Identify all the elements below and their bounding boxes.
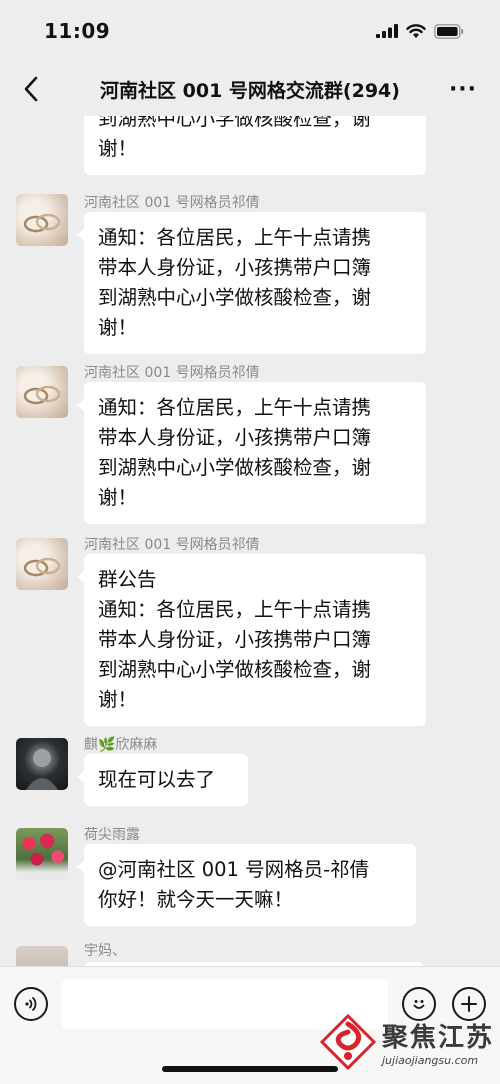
watermark: 聚焦江苏 jujiaojiangsu.com bbox=[318, 1000, 500, 1084]
message-line: 到湖熟中心小学做核酸检查，谢 bbox=[98, 658, 372, 681]
chat-message-list[interactable]: 到湖熟中心小学做核酸检查，谢 谢！ 河南社区 001 号网格员祁倩 通知：各位居… bbox=[0, 116, 500, 966]
message-line: 谢！ bbox=[98, 486, 138, 509]
message-bubble[interactable]: 现在可以去了 bbox=[77, 754, 248, 806]
status-bar: 11:09 bbox=[0, 0, 500, 62]
chevron-left-icon bbox=[24, 76, 38, 102]
watermark-title: 聚焦江苏 bbox=[382, 1023, 495, 1053]
chat-header: 河南社区 001 号网格交流群(294) ··· bbox=[0, 62, 500, 116]
message-line: 通知：各位居民，上午十点请携 bbox=[98, 396, 372, 419]
watermark-logo-icon bbox=[318, 1012, 378, 1072]
sender-name: 宇妈、 bbox=[84, 943, 126, 959]
wifi-icon bbox=[406, 23, 426, 38]
message-line: @河南社区 001 号网格员-祁倩 bbox=[98, 858, 370, 881]
back-button[interactable] bbox=[16, 72, 46, 106]
rings-avatar-icon bbox=[23, 213, 61, 233]
person-avatar-icon bbox=[26, 749, 58, 790]
message-line: 通知：各位居民，上午十点请携 bbox=[98, 226, 372, 249]
rings-avatar-icon bbox=[23, 557, 61, 577]
sender-avatar[interactable] bbox=[16, 194, 68, 246]
message-line: 谢！ bbox=[98, 316, 138, 339]
message-line: 通知：各位居民，上午十点请携 bbox=[98, 598, 372, 621]
message-line: 到湖熟中心小学做核酸检查，谢 bbox=[98, 286, 372, 309]
status-icons bbox=[376, 23, 464, 39]
sender-name: 荷尖雨露 bbox=[84, 827, 140, 843]
message-line: 带本人身份证，小孩携带户口簿 bbox=[98, 426, 372, 449]
sender-name: 河南社区 001 号网格员祁倩 bbox=[84, 365, 260, 381]
rings-avatar-icon bbox=[23, 385, 61, 405]
group-title: 河南社区 001 号网格交流群(294) bbox=[100, 79, 400, 102]
sender-name: 麒🌿欣麻麻 bbox=[84, 737, 158, 753]
message-line: 现在可以去了 bbox=[98, 768, 216, 791]
watermark-text: 聚焦江苏 jujiaojiangsu.com bbox=[382, 1017, 494, 1067]
message-line: 带本人身份证，小孩携带户口簿 bbox=[98, 628, 372, 651]
message-bubble[interactable]: 到湖熟中心小学做核酸检查，谢 谢！ bbox=[84, 116, 426, 175]
sender-name: 河南社区 001 号网格员祁倩 bbox=[84, 195, 260, 211]
voice-icon bbox=[25, 997, 37, 1011]
message-bubble[interactable]: 通知：各位居民，上午十点请携 带本人身份证，小孩携带户口簿 到湖熟中心小学做核酸… bbox=[77, 382, 426, 524]
sender-avatar[interactable] bbox=[16, 828, 68, 880]
message-line: 谢！ bbox=[98, 137, 138, 160]
watermark-url: jujiaojiangsu.com bbox=[382, 1054, 479, 1067]
battery-icon bbox=[434, 23, 464, 39]
sender-avatar[interactable] bbox=[16, 738, 68, 790]
message-bubble[interactable]: 群公告 通知：各位居民，上午十点请携 带本人身份证，小孩携带户口簿 到湖熟中心小… bbox=[77, 554, 426, 726]
message-bubble[interactable]: 通知：各位居民，上午十点请携 带本人身份证，小孩携带户口簿 到湖熟中心小学做核酸… bbox=[77, 212, 426, 354]
message-line: 到湖熟中心小学做核酸检查，谢 bbox=[98, 116, 372, 130]
message-line: 你好！就今天一天嘛！ bbox=[98, 888, 294, 911]
sender-name: 河南社区 001 号网格员祁倩 bbox=[84, 537, 260, 553]
sender-avatar[interactable] bbox=[16, 538, 68, 590]
message-line: 群公告 bbox=[98, 568, 157, 591]
home-indicator bbox=[162, 1066, 338, 1072]
status-time: 11:09 bbox=[44, 19, 111, 43]
message-line: 谢！ bbox=[98, 688, 138, 711]
voice-button[interactable] bbox=[14, 987, 48, 1021]
sender-avatar[interactable] bbox=[16, 366, 68, 418]
more-button[interactable]: ··· bbox=[446, 74, 480, 104]
signal-icon bbox=[376, 24, 398, 38]
message-line: 到湖熟中心小学做核酸检查，谢 bbox=[98, 456, 372, 479]
message-bubble[interactable]: @河南社区 001 号网格员-祁倩 你好！就今天一天嘛！ bbox=[77, 844, 416, 926]
sender-avatar[interactable] bbox=[16, 946, 68, 966]
message-line: 带本人身份证，小孩携带户口簿 bbox=[98, 256, 372, 279]
